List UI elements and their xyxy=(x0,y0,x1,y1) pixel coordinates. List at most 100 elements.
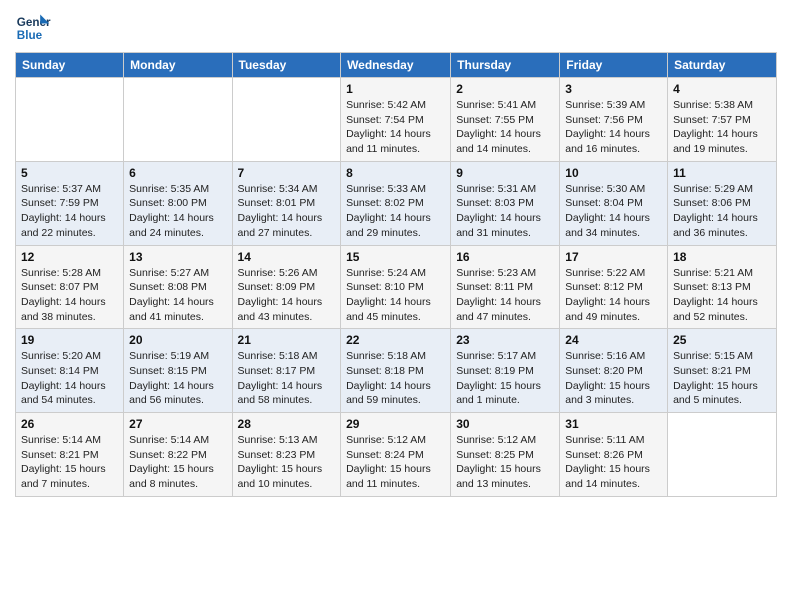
calendar-day-cell: 12 Sunrise: 5:28 AMSunset: 8:07 PMDayligh… xyxy=(16,245,124,329)
day-info: Sunrise: 5:16 AMSunset: 8:20 PMDaylight:… xyxy=(565,349,662,408)
weekday-header-row: SundayMondayTuesdayWednesdayThursdayFrid… xyxy=(16,53,777,78)
day-info: Sunrise: 5:14 AMSunset: 8:22 PMDaylight:… xyxy=(129,433,226,492)
weekday-header-cell: Monday xyxy=(124,53,232,78)
weekday-header-cell: Sunday xyxy=(16,53,124,78)
day-number: 12 xyxy=(21,250,118,264)
calendar-day-cell: 13 Sunrise: 5:27 AMSunset: 8:08 PMDayligh… xyxy=(124,245,232,329)
calendar-day-cell: 3 Sunrise: 5:39 AMSunset: 7:56 PMDaylight… xyxy=(560,78,668,162)
day-info: Sunrise: 5:11 AMSunset: 8:26 PMDaylight:… xyxy=(565,433,662,492)
calendar-day-cell: 8 Sunrise: 5:33 AMSunset: 8:02 PMDaylight… xyxy=(341,161,451,245)
calendar-day-cell: 31 Sunrise: 5:11 AMSunset: 8:26 PMDayligh… xyxy=(560,413,668,497)
day-number: 21 xyxy=(238,333,336,347)
day-info: Sunrise: 5:22 AMSunset: 8:12 PMDaylight:… xyxy=(565,266,662,325)
day-number: 2 xyxy=(456,82,554,96)
calendar-day-cell: 23 Sunrise: 5:17 AMSunset: 8:19 PMDayligh… xyxy=(451,329,560,413)
day-info: Sunrise: 5:27 AMSunset: 8:08 PMDaylight:… xyxy=(129,266,226,325)
calendar-day-cell: 11Sunrise: 5:29 AMSunset: 8:06 PMDayligh… xyxy=(668,161,777,245)
weekday-header-cell: Wednesday xyxy=(341,53,451,78)
calendar-day-cell: 28 Sunrise: 5:13 AMSunset: 8:23 PMDayligh… xyxy=(232,413,341,497)
day-number: 5 xyxy=(21,166,118,180)
calendar-day-cell: 29 Sunrise: 5:12 AMSunset: 8:24 PMDayligh… xyxy=(341,413,451,497)
logo: General Blue xyxy=(15,10,51,46)
day-number: 20 xyxy=(129,333,226,347)
calendar-day-cell: 25 Sunrise: 5:15 AMSunset: 8:21 PMDayligh… xyxy=(668,329,777,413)
day-number: 13 xyxy=(129,250,226,264)
day-info: Sunrise: 5:31 AMSunset: 8:03 PMDaylight:… xyxy=(456,182,554,241)
day-info: Sunrise: 5:23 AMSunset: 8:11 PMDaylight:… xyxy=(456,266,554,325)
day-number: 18 xyxy=(673,250,771,264)
day-info: Sunrise: 5:15 AMSunset: 8:21 PMDaylight:… xyxy=(673,349,771,408)
day-number: 27 xyxy=(129,417,226,431)
calendar-day-cell: 5 Sunrise: 5:37 AMSunset: 7:59 PMDaylight… xyxy=(16,161,124,245)
weekday-header-cell: Thursday xyxy=(451,53,560,78)
day-info: Sunrise: 5:18 AMSunset: 8:17 PMDaylight:… xyxy=(238,349,336,408)
day-info: Sunrise: 5:37 AMSunset: 7:59 PMDaylight:… xyxy=(21,182,118,241)
calendar-day-cell: 15 Sunrise: 5:24 AMSunset: 8:10 PMDayligh… xyxy=(341,245,451,329)
day-number: 14 xyxy=(238,250,336,264)
day-number: 16 xyxy=(456,250,554,264)
calendar-day-cell: 7Sunrise: 5:34 AMSunset: 8:01 PMDaylight… xyxy=(232,161,341,245)
day-number: 8 xyxy=(346,166,445,180)
day-info: Sunrise: 5:39 AMSunset: 7:56 PMDaylight:… xyxy=(565,98,662,157)
day-number: 9 xyxy=(456,166,554,180)
calendar-day-cell: 4 Sunrise: 5:38 AMSunset: 7:57 PMDaylight… xyxy=(668,78,777,162)
calendar-day-cell: 14 Sunrise: 5:26 AMSunset: 8:09 PMDayligh… xyxy=(232,245,341,329)
page-header: General Blue xyxy=(15,10,777,46)
day-info: Sunrise: 5:13 AMSunset: 8:23 PMDaylight:… xyxy=(238,433,336,492)
day-number: 7 xyxy=(238,166,336,180)
day-number: 29 xyxy=(346,417,445,431)
day-number: 17 xyxy=(565,250,662,264)
day-info: Sunrise: 5:38 AMSunset: 7:57 PMDaylight:… xyxy=(673,98,771,157)
day-info: Sunrise: 5:12 AMSunset: 8:25 PMDaylight:… xyxy=(456,433,554,492)
calendar-day-cell: 22 Sunrise: 5:18 AMSunset: 8:18 PMDayligh… xyxy=(341,329,451,413)
day-number: 11 xyxy=(673,166,771,180)
day-number: 22 xyxy=(346,333,445,347)
calendar-day-cell: 24 Sunrise: 5:16 AMSunset: 8:20 PMDayligh… xyxy=(560,329,668,413)
calendar-week-row: 26 Sunrise: 5:14 AMSunset: 8:21 PMDayligh… xyxy=(16,413,777,497)
calendar-day-cell: 21 Sunrise: 5:18 AMSunset: 8:17 PMDayligh… xyxy=(232,329,341,413)
day-info: Sunrise: 5:28 AMSunset: 8:07 PMDaylight:… xyxy=(21,266,118,325)
calendar-day-cell xyxy=(232,78,341,162)
day-info: Sunrise: 5:14 AMSunset: 8:21 PMDaylight:… xyxy=(21,433,118,492)
calendar-day-cell: 20 Sunrise: 5:19 AMSunset: 8:15 PMDayligh… xyxy=(124,329,232,413)
day-number: 23 xyxy=(456,333,554,347)
day-number: 19 xyxy=(21,333,118,347)
day-info: Sunrise: 5:33 AMSunset: 8:02 PMDaylight:… xyxy=(346,182,445,241)
day-info: Sunrise: 5:26 AMSunset: 8:09 PMDaylight:… xyxy=(238,266,336,325)
calendar-day-cell xyxy=(668,413,777,497)
calendar-day-cell: 30 Sunrise: 5:12 AMSunset: 8:25 PMDayligh… xyxy=(451,413,560,497)
calendar-day-cell: 1Sunrise: 5:42 AMSunset: 7:54 PMDaylight… xyxy=(341,78,451,162)
day-number: 4 xyxy=(673,82,771,96)
day-info: Sunrise: 5:35 AMSunset: 8:00 PMDaylight:… xyxy=(129,182,226,241)
calendar-day-cell: 16 Sunrise: 5:23 AMSunset: 8:11 PMDayligh… xyxy=(451,245,560,329)
day-number: 31 xyxy=(565,417,662,431)
weekday-header-cell: Friday xyxy=(560,53,668,78)
day-info: Sunrise: 5:18 AMSunset: 8:18 PMDaylight:… xyxy=(346,349,445,408)
day-number: 3 xyxy=(565,82,662,96)
day-number: 28 xyxy=(238,417,336,431)
calendar-day-cell: 2Sunrise: 5:41 AMSunset: 7:55 PMDaylight… xyxy=(451,78,560,162)
calendar-week-row: 19Sunrise: 5:20 AMSunset: 8:14 PMDayligh… xyxy=(16,329,777,413)
calendar-week-row: 5 Sunrise: 5:37 AMSunset: 7:59 PMDaylight… xyxy=(16,161,777,245)
day-number: 15 xyxy=(346,250,445,264)
calendar-week-row: 12 Sunrise: 5:28 AMSunset: 8:07 PMDayligh… xyxy=(16,245,777,329)
day-info: Sunrise: 5:24 AMSunset: 8:10 PMDaylight:… xyxy=(346,266,445,325)
calendar-day-cell: 6Sunrise: 5:35 AMSunset: 8:00 PMDaylight… xyxy=(124,161,232,245)
calendar-day-cell: 19Sunrise: 5:20 AMSunset: 8:14 PMDayligh… xyxy=(16,329,124,413)
day-info: Sunrise: 5:42 AMSunset: 7:54 PMDaylight:… xyxy=(346,98,445,157)
day-info: Sunrise: 5:30 AMSunset: 8:04 PMDaylight:… xyxy=(565,182,662,241)
calendar-day-cell: 18Sunrise: 5:21 AMSunset: 8:13 PMDayligh… xyxy=(668,245,777,329)
calendar-day-cell: 27 Sunrise: 5:14 AMSunset: 8:22 PMDayligh… xyxy=(124,413,232,497)
day-info: Sunrise: 5:17 AMSunset: 8:19 PMDaylight:… xyxy=(456,349,554,408)
day-number: 26 xyxy=(21,417,118,431)
calendar-day-cell: 26 Sunrise: 5:14 AMSunset: 8:21 PMDayligh… xyxy=(16,413,124,497)
calendar-week-row: 1Sunrise: 5:42 AMSunset: 7:54 PMDaylight… xyxy=(16,78,777,162)
day-info: Sunrise: 5:12 AMSunset: 8:24 PMDaylight:… xyxy=(346,433,445,492)
day-number: 25 xyxy=(673,333,771,347)
weekday-header-cell: Tuesday xyxy=(232,53,341,78)
calendar-day-cell xyxy=(124,78,232,162)
day-number: 30 xyxy=(456,417,554,431)
day-number: 24 xyxy=(565,333,662,347)
calendar-day-cell xyxy=(16,78,124,162)
day-info: Sunrise: 5:19 AMSunset: 8:15 PMDaylight:… xyxy=(129,349,226,408)
